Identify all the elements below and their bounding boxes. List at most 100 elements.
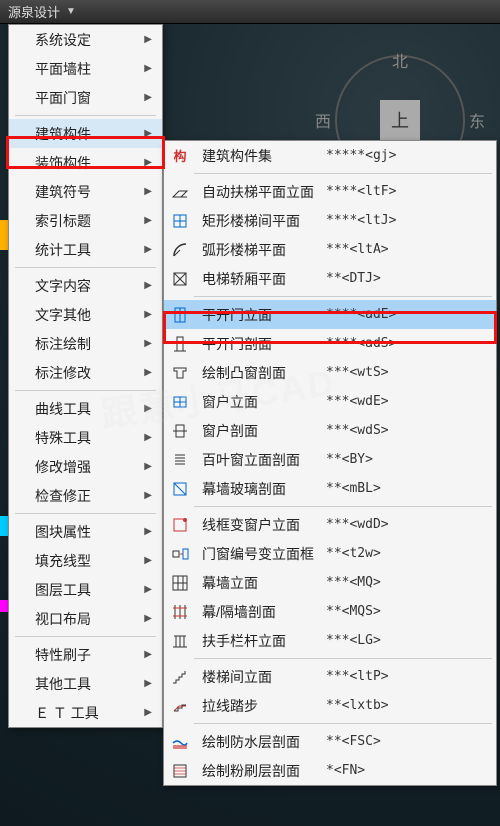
menu-divider	[15, 513, 156, 514]
submenu-item[interactable]: 楼梯间立面***<ltP>	[164, 662, 496, 691]
dS-icon	[168, 334, 192, 354]
submenu-item[interactable]: 绘制凸窗剖面 ***<wtS>	[164, 358, 496, 387]
menu-item-label: 标注绘制	[35, 334, 91, 354]
menu-item-label: 平面门窗	[35, 88, 91, 108]
submenu-item-label: 自动扶梯平面立面	[202, 182, 322, 202]
submenu-arrow-icon: ▶	[144, 584, 152, 595]
menu-item-label: 特殊工具	[35, 428, 91, 448]
menu-divider	[15, 267, 156, 268]
submenu[interactable]: 构建筑构件集*****<gj> 自动扶梯平面立面****<ltF>矩形楼梯间平面*…	[163, 140, 497, 786]
by-icon	[168, 450, 192, 470]
submenu-item[interactable]: 幕墙玻璃剖面**<mBL>	[164, 474, 496, 503]
submenu-item-label: 平开门剖面	[202, 334, 322, 354]
submenu-item[interactable]: 矩形楼梯间平面****<ltJ>	[164, 206, 496, 235]
menu-item[interactable]: 平面门窗 ▶	[9, 83, 162, 112]
submenu-arrow-icon: ▶	[144, 128, 152, 139]
menu-item[interactable]: 建筑符号▶	[9, 177, 162, 206]
submenu-item[interactable]: 绘制粉刷层剖面*<FN>	[164, 756, 496, 785]
submenu-divider	[194, 723, 492, 724]
submenu-item[interactable]: 百叶窗立面剖面 **<BY>	[164, 445, 496, 474]
lp-icon	[168, 667, 192, 687]
submenu-divider	[194, 658, 492, 659]
submenu-item-label: 百叶窗立面剖面	[202, 450, 322, 470]
submenu-item-label: 窗户立面	[202, 392, 322, 412]
submenu-item-label: 平开门立面	[202, 305, 322, 325]
menu-item[interactable]: 装饰构件 ▶	[9, 148, 162, 177]
submenu-item-shortcut: **<DTJ>	[326, 271, 381, 286]
menu-item[interactable]: 统计工具▶	[9, 235, 162, 264]
submenu-item-label: 楼梯间立面	[202, 667, 322, 687]
submenu-item-shortcut: ***<wdS>	[326, 423, 389, 438]
submenu-item[interactable]: 窗户立面***<wdE>	[164, 387, 496, 416]
menu-item[interactable]: 填充线型 ▶	[9, 546, 162, 575]
submenu-item-shortcut: **<MQS>	[326, 604, 381, 619]
menu-item[interactable]: 文字内容▶	[9, 271, 162, 300]
submenu-item[interactable]: 弧形楼梯平面***<ltA>	[164, 235, 496, 264]
submenu-item[interactable]: 构建筑构件集*****<gj>	[164, 141, 496, 170]
wE-icon	[168, 392, 192, 412]
menu-item[interactable]: 曲线工具▶	[9, 394, 162, 423]
menu-item[interactable]: 特殊工具▶	[9, 423, 162, 452]
menu-item-label: 检查修正	[35, 486, 91, 506]
submenu-arrow-icon: ▶	[144, 63, 152, 74]
submenu-item-label: 绘制凸窗剖面	[202, 363, 322, 383]
compass-west: 西	[315, 108, 331, 132]
submenu-item-shortcut: *<FN>	[326, 763, 365, 778]
submenu-arrow-icon: ▶	[144, 92, 152, 103]
menu-item-label: 填充线型	[35, 551, 91, 571]
esc-icon	[168, 182, 192, 202]
submenu-item[interactable]: 窗户剖面***<wdS>	[164, 416, 496, 445]
menu-item[interactable]: 视口布局▶	[9, 604, 162, 633]
menu-item[interactable]: 平面墙柱▶	[9, 54, 162, 83]
submenu-item[interactable]: 平开门立面****<adE>	[164, 300, 496, 329]
menu-item[interactable]: 文字其他▶	[9, 300, 162, 329]
menu-item[interactable]: 图块属性▶	[9, 517, 162, 546]
submenu-arrow-icon: ▶	[144, 157, 152, 168]
menu-item[interactable]: 检查修正▶	[9, 481, 162, 510]
menu-item[interactable]: 索引标题▶	[9, 206, 162, 235]
compass-top[interactable]: 上	[380, 100, 420, 140]
elev-icon	[168, 269, 192, 289]
menu-item-label: 统计工具	[35, 240, 91, 260]
panel-titlebar[interactable]: 源泉设计 ▼	[0, 0, 500, 24]
submenu-arrow-icon: ▶	[144, 34, 152, 45]
lx-icon	[168, 696, 192, 716]
menu-item[interactable]: 建筑构件▶	[9, 119, 162, 148]
bl-icon	[168, 479, 192, 499]
submenu-arrow-icon: ▶	[144, 555, 152, 566]
arc-icon	[168, 240, 192, 260]
ms-icon	[168, 602, 192, 622]
menu-item[interactable]: 其他工具▶	[9, 669, 162, 698]
menu-item-label: 建筑符号	[35, 182, 91, 202]
submenu-divider	[194, 506, 492, 507]
submenu-item[interactable]: 平开门剖面****<adS>	[164, 329, 496, 358]
submenu-item[interactable]: 线框变窗户立面***<wdD>	[164, 510, 496, 539]
menu-item[interactable]: 图层工具 ▶	[9, 575, 162, 604]
submenu-item[interactable]: 绘制防水层剖面**<FSC>	[164, 727, 496, 756]
submenu-item-shortcut: **<BY>	[326, 452, 373, 467]
submenu-arrow-icon: ▶	[144, 280, 152, 291]
submenu-arrow-icon: ▶	[144, 613, 152, 624]
menu-item[interactable]: 标注绘制▶	[9, 329, 162, 358]
menu-item[interactable]: 特性刷子▶	[9, 640, 162, 669]
submenu-item-shortcut: ***<ltA>	[326, 242, 389, 257]
submenu-item[interactable]: 扶手栏杆立面***<LG>	[164, 626, 496, 655]
menu-item[interactable]: Ｅ Ｔ 工具▶	[9, 698, 162, 727]
main-menu[interactable]: 系统设定▶平面墙柱▶平面门窗▶建筑构件▶装饰构件▶建筑符号▶索引标题▶统计工具▶…	[8, 24, 163, 728]
menu-item[interactable]: 标注修改▶	[9, 358, 162, 387]
menu-item[interactable]: 系统设定▶	[9, 25, 162, 54]
submenu-item[interactable]: 幕墙立面***<MQ>	[164, 568, 496, 597]
compass-north: 北	[392, 48, 408, 72]
fn-icon	[168, 761, 192, 781]
submenu-item[interactable]: 拉线踏步**<lxtb>	[164, 691, 496, 720]
menu-item-label: 图层工具	[35, 580, 91, 600]
submenu-item-label: 扶手栏杆立面	[202, 631, 322, 651]
submenu-item[interactable]: 幕/隔墙剖面**<MQS>	[164, 597, 496, 626]
submenu-item-shortcut: ***<wtS>	[326, 365, 389, 380]
menu-item[interactable]: 修改增强▶	[9, 452, 162, 481]
submenu-item[interactable]: 门窗编号变立面框**<t2w>	[164, 539, 496, 568]
submenu-item[interactable]: 自动扶梯平面立面****<ltF>	[164, 177, 496, 206]
submenu-item[interactable]: 电梯轿厢平面**<DTJ>	[164, 264, 496, 293]
menu-item-label: 装饰构件	[35, 153, 91, 173]
submenu-item-shortcut: **<t2w>	[326, 546, 381, 561]
